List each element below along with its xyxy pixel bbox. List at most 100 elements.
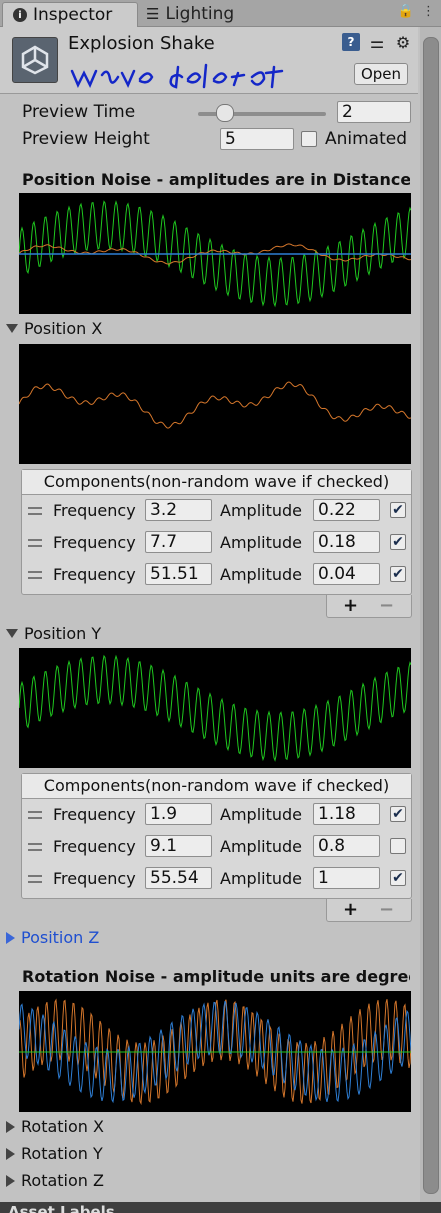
tab-inspector[interactable]: i Inspector <box>2 2 138 27</box>
open-button[interactable]: Open <box>354 63 408 85</box>
info-icon: i <box>13 8 27 22</box>
non-random-checkbox[interactable]: ✔ <box>390 870 406 886</box>
rotation-x-label: Rotation X <box>21 1117 104 1136</box>
drag-handle-icon[interactable] <box>28 539 42 547</box>
frequency-field[interactable]: 7.7 <box>145 531 212 553</box>
non-random-checkbox[interactable]: ✔ <box>390 806 406 822</box>
amplitude-label: Amplitude <box>220 565 302 584</box>
amplitude-field[interactable]: 0.8 <box>313 835 380 857</box>
frequency-label: Frequency <box>53 501 136 520</box>
position-noise-graph <box>19 193 411 314</box>
position-y-components: Components(non-random wave if checked) F… <box>21 773 412 899</box>
rotation-z-label: Rotation Z <box>21 1171 104 1190</box>
component-row: Frequency 7.7 Amplitude 0.18 ✔ <box>22 530 411 558</box>
rotation-noise-title: Rotation Noise - amplitude units are deg… <box>22 967 410 986</box>
rotation-x-foldout[interactable]: Rotation X <box>6 1117 104 1136</box>
non-random-checkbox[interactable]: ✔ <box>390 566 406 582</box>
preview-height-field[interactable]: 5 <box>220 128 294 150</box>
drag-handle-icon[interactable] <box>28 507 42 515</box>
amplitude-field[interactable]: 1 <box>313 867 380 889</box>
position-z-foldout[interactable]: Position Z <box>6 928 99 947</box>
position-x-components: Components(non-random wave if checked) F… <box>21 469 412 595</box>
frequency-label: Frequency <box>53 805 136 824</box>
frequency-label: Frequency <box>53 533 136 552</box>
position-y-graph <box>19 648 411 768</box>
component-row: Frequency 55.54 Amplitude 1 ✔ <box>22 866 411 894</box>
tab-inspector-label: Inspector <box>33 5 113 25</box>
unity-logo-icon <box>12 37 58 83</box>
amplitude-field[interactable]: 0.22 <box>313 499 380 521</box>
foldout-arrow-icon <box>6 1120 15 1133</box>
position-y-label: Position Y <box>24 624 102 643</box>
position-noise-title: Position Noise - amplitudes are in Dista… <box>22 170 410 189</box>
gear-icon[interactable]: ⚙ <box>394 33 412 52</box>
handwritten-annotation <box>70 63 284 89</box>
lock-icon[interactable]: 🔒 <box>398 4 414 19</box>
scrollbar-thumb[interactable] <box>423 37 439 1194</box>
tab-lighting-label: Lighting <box>165 4 235 24</box>
amplitude-field[interactable]: 1.18 <box>313 803 380 825</box>
preview-time-field[interactable]: 2 <box>337 101 411 123</box>
frequency-field[interactable]: 51.51 <box>145 563 212 585</box>
frequency-label: Frequency <box>53 837 136 856</box>
tab-bar: i Inspector ☰ Lighting 🔒 ⋮ <box>0 0 441 27</box>
component-row: Frequency 51.51 Amplitude 0.04 ✔ <box>22 562 411 590</box>
animated-label: Animated <box>325 129 408 149</box>
add-component-button[interactable]: + <box>343 899 358 920</box>
amplitude-label: Amplitude <box>220 837 302 856</box>
drag-handle-icon[interactable] <box>28 811 42 819</box>
animated-checkbox[interactable] <box>301 131 317 147</box>
component-row: Frequency 1.9 Amplitude 1.18 ✔ <box>22 802 411 830</box>
drag-handle-icon[interactable] <box>28 875 42 883</box>
components-header: Components(non-random wave if checked) <box>22 470 411 495</box>
position-x-graph <box>19 344 411 464</box>
drag-handle-icon[interactable] <box>28 843 42 851</box>
rotation-noise-graph <box>19 991 411 1112</box>
scrollbar[interactable] <box>420 27 441 1202</box>
foldout-arrow-icon <box>6 931 15 944</box>
preview-height-label: Preview Height <box>22 129 150 149</box>
add-remove-controls: + − <box>326 899 412 922</box>
foldout-arrow-icon <box>6 1147 15 1160</box>
frequency-field[interactable]: 9.1 <box>145 835 212 857</box>
component-row: Frequency 3.2 Amplitude 0.22 ✔ <box>22 498 411 526</box>
remove-component-button[interactable]: − <box>379 595 394 616</box>
position-y-foldout[interactable]: Position Y <box>6 624 101 643</box>
drag-handle-icon[interactable] <box>28 571 42 579</box>
remove-component-button[interactable]: − <box>379 899 394 920</box>
rotation-z-foldout[interactable]: Rotation Z <box>6 1171 104 1190</box>
add-remove-controls: + − <box>326 595 412 618</box>
frequency-field[interactable]: 55.54 <box>145 867 212 889</box>
non-random-checkbox[interactable]: ✔ <box>390 534 406 550</box>
frequency-label: Frequency <box>53 869 136 888</box>
foldout-arrow-icon <box>6 629 18 638</box>
asset-labels-bar[interactable]: Asset Labels <box>0 1202 441 1213</box>
foldout-arrow-icon <box>6 1174 15 1187</box>
position-x-label: Position X <box>24 319 103 338</box>
lighting-icon: ☰ <box>146 5 160 23</box>
amplitude-field[interactable]: 0.04 <box>313 563 380 585</box>
help-book-icon[interactable]: ? <box>342 33 360 51</box>
frequency-field[interactable]: 3.2 <box>145 499 212 521</box>
position-x-foldout[interactable]: Position X <box>6 319 102 338</box>
foldout-arrow-icon <box>6 324 18 333</box>
rotation-y-foldout[interactable]: Rotation Y <box>6 1144 103 1163</box>
non-random-checkbox[interactable] <box>390 838 406 854</box>
menu-icon[interactable]: ⋮ <box>422 4 435 19</box>
preset-sliders-icon[interactable]: ⚌ <box>368 33 386 52</box>
asset-title: Explosion Shake <box>68 33 215 54</box>
add-component-button[interactable]: + <box>343 595 358 616</box>
preview-time-slider-knob[interactable] <box>215 104 234 122</box>
amplitude-field[interactable]: 0.18 <box>313 531 380 553</box>
position-y-wave <box>19 654 411 762</box>
components-header: Components(non-random wave if checked) <box>22 774 411 799</box>
frequency-label: Frequency <box>53 565 136 584</box>
amplitude-label: Amplitude <box>220 805 302 824</box>
frequency-field[interactable]: 1.9 <box>145 803 212 825</box>
amplitude-label: Amplitude <box>220 869 302 888</box>
tab-lighting[interactable]: ☰ Lighting <box>146 2 234 26</box>
rotation-y-label: Rotation Y <box>21 1144 103 1163</box>
position-z-label: Position Z <box>21 928 100 947</box>
preview-time-label: Preview Time <box>22 102 136 122</box>
non-random-checkbox[interactable]: ✔ <box>390 502 406 518</box>
